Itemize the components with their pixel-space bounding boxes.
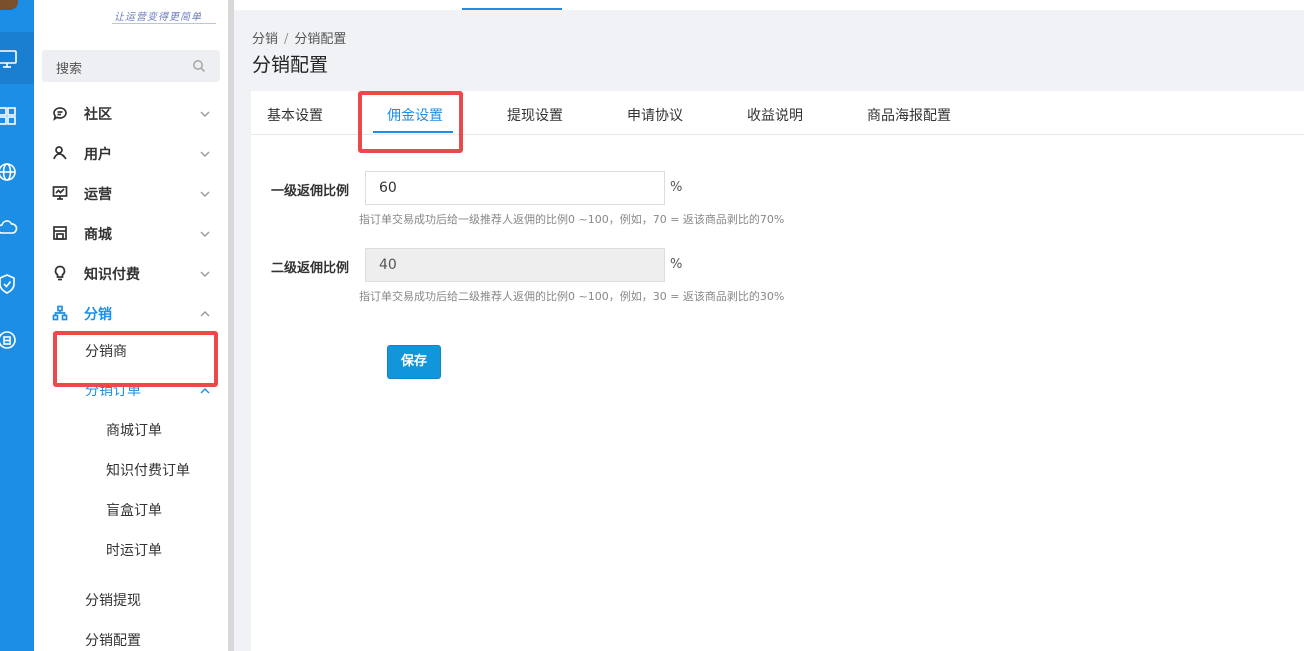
search-input[interactable]: 搜索 (42, 50, 220, 82)
sidebar-item-label: 运营 (84, 187, 112, 203)
sidebar-sub-distribution-config[interactable]: 分销配置 (34, 621, 228, 651)
chevron-down-icon (200, 107, 210, 117)
user-icon (52, 145, 68, 161)
sidebar-sub-label: 分销商 (85, 344, 127, 360)
page-title: 分销配置 (252, 54, 329, 76)
lightbulb-icon (52, 265, 68, 281)
level2-unit: % (670, 257, 683, 272)
sidebar-item-label: 社区 (84, 107, 112, 123)
search-placeholder: 搜索 (56, 62, 83, 77)
sidebar-item-users[interactable]: 用户 (34, 133, 228, 173)
sidebar-sub-label: 知识付费订单 (106, 463, 190, 479)
sidebar-sub-label: 盲盒订单 (106, 503, 162, 519)
store-icon (52, 225, 68, 241)
tab-withdraw-settings[interactable]: 提现设置 (507, 105, 563, 125)
tab-basic-settings[interactable]: 基本设置 (267, 105, 323, 125)
save-button[interactable]: 保存 (387, 345, 441, 379)
cloud-icon[interactable] (0, 217, 18, 239)
cloud-storage-icon[interactable] (0, 329, 18, 351)
level2-commission-input[interactable] (365, 248, 665, 282)
monitor-icon[interactable] (0, 48, 18, 70)
sidebar: 让运营变得更简单 搜索 社区 用户 运营 商城 知识付费 分销 分销商 分销订单… (34, 0, 228, 651)
brand-underline (112, 23, 216, 24)
chevron-down-icon (200, 187, 210, 197)
apps-grid-icon[interactable] (0, 105, 18, 127)
level2-hint: 指订单交易成功后给二级推荐人返佣的比例0 ~100，例如，30 = 返该商品剥比… (359, 290, 785, 303)
level2-commission-label: 二级返佣比例 (271, 261, 350, 276)
sidebar-item-knowledge-paid[interactable]: 知识付费 (34, 253, 228, 293)
shield-check-icon[interactable] (0, 273, 18, 295)
sidebar-sub-blindbox-orders[interactable]: 盲盒订单 (34, 491, 228, 527)
level1-commission-input[interactable] (365, 171, 665, 205)
breadcrumb-separator: / (284, 32, 289, 47)
sidebar-item-label: 分销 (84, 307, 112, 323)
globe-icon[interactable] (0, 161, 18, 183)
sidebar-sub-store-orders[interactable]: 商城订单 (34, 411, 228, 447)
brand-slogan: 让运营变得更简单 (114, 12, 202, 23)
sidebar-item-operations[interactable]: 运营 (34, 173, 228, 213)
sidebar-item-store[interactable]: 商城 (34, 213, 228, 253)
active-tab-underline (373, 131, 453, 133)
sidebar-sub-label: 分销配置 (85, 633, 141, 649)
chevron-down-icon (200, 147, 210, 157)
operations-monitor-icon (52, 185, 68, 201)
breadcrumb-current: 分销配置 (294, 32, 347, 47)
level1-unit: % (670, 180, 683, 195)
tab-application-agreement[interactable]: 申请协议 (627, 105, 683, 125)
tab-commission-settings[interactable]: 佣金设置 (387, 105, 443, 125)
chevron-up-icon (200, 307, 210, 317)
sidebar-sub-fortune-orders[interactable]: 时运订单 (34, 531, 228, 567)
search-icon (192, 59, 206, 73)
sidebar-item-label: 知识付费 (84, 267, 140, 283)
level1-hint: 指订单交易成功后给一级推荐人返佣的比例0 ~100，例如，70 = 返该商品剥比… (359, 213, 785, 226)
sidebar-sub-distribution-withdraw[interactable]: 分销提现 (34, 581, 228, 617)
chevron-down-icon (200, 267, 210, 277)
tab-product-poster-config[interactable]: 商品海报配置 (867, 105, 951, 125)
level1-commission-label: 一级返佣比例 (271, 184, 350, 199)
chevron-down-icon (200, 227, 210, 237)
sidebar-sub-label: 时运订单 (106, 543, 162, 559)
sidebar-item-distribution[interactable]: 分销 (34, 293, 228, 333)
sidebar-item-label: 商城 (84, 227, 112, 243)
sidebar-item-label: 用户 (84, 147, 112, 163)
config-panel: 基本设置 佣金设置 提现设置 申请协议 收益说明 商品海报配置 一级返佣比例 %… (251, 91, 1304, 651)
sidebar-sub-label: 分销订单 (85, 383, 141, 399)
top-navbar (234, 0, 1304, 10)
community-chat-icon (52, 105, 68, 121)
app-logo (0, 0, 18, 10)
tab-earnings-description[interactable]: 收益说明 (747, 105, 803, 125)
sidebar-sub-distribution-orders[interactable]: 分销订单 (34, 371, 228, 407)
config-tabs: 基本设置 佣金设置 提现设置 申请协议 收益说明 商品海报配置 (251, 91, 1304, 135)
sidebar-item-community[interactable]: 社区 (34, 93, 228, 133)
sidebar-sub-distributor[interactable]: 分销商 (34, 332, 228, 368)
sidebar-scrollbar[interactable] (228, 0, 234, 651)
icon-rail (0, 0, 34, 651)
breadcrumb: 分销 / 分销配置 (252, 28, 346, 47)
sidebar-sub-knowledge-orders[interactable]: 知识付费订单 (34, 451, 228, 487)
top-tab-indicator (462, 8, 562, 10)
sidebar-sub-label: 商城订单 (106, 423, 162, 439)
org-tree-icon (52, 305, 68, 321)
sidebar-sub-label: 分销提现 (85, 593, 141, 609)
chevron-up-icon (200, 384, 210, 394)
breadcrumb-root[interactable]: 分销 (252, 32, 278, 47)
